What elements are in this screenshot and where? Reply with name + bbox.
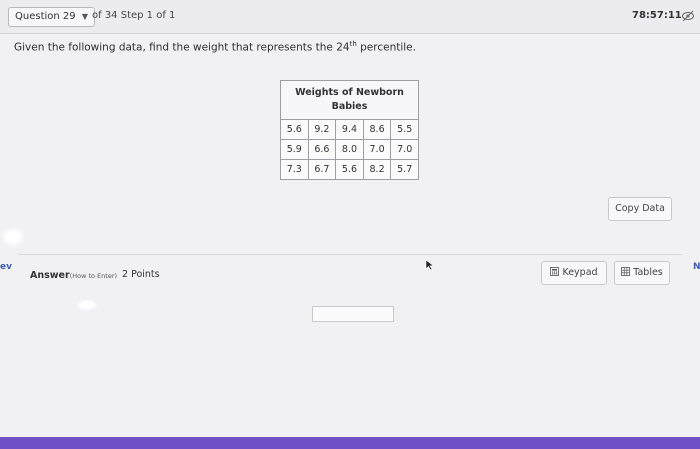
table-cell: 6.7	[307, 159, 337, 180]
how-to-enter-link[interactable]: (How to Enter)	[70, 272, 117, 280]
question-selector-label: Question 29	[15, 11, 76, 22]
chevron-down-icon: ▼	[81, 12, 88, 21]
tables-label: Tables	[633, 267, 663, 278]
table-cell: 8.6	[362, 119, 392, 140]
keypad-button[interactable]: Keypad	[541, 261, 607, 285]
table-title: Weights of Newborn Babies	[280, 80, 419, 120]
table-cell: 6.6	[307, 139, 337, 160]
table-cell: 5.7	[390, 159, 419, 180]
table-cell: 7.0	[390, 139, 419, 160]
table-icon	[621, 267, 631, 276]
table-cell: 9.4	[335, 119, 364, 140]
table-cell: 5.6	[280, 119, 309, 140]
previous-tab[interactable]: ev	[0, 262, 12, 272]
table-row: 5.9 6.6 8.0 7.0 7.0	[280, 139, 419, 160]
bottom-bar	[0, 437, 700, 449]
screen-glare	[0, 226, 26, 248]
table-cell: 9.2	[307, 119, 337, 140]
timer: 78:57:11	[632, 10, 682, 21]
table-cell: 7.3	[280, 159, 309, 180]
table-row: 7.3 6.7 5.6 8.2 5.7	[280, 159, 419, 180]
answer-input[interactable]	[312, 306, 394, 322]
table-cell: 5.5	[390, 119, 419, 140]
keypad-icon	[550, 267, 560, 276]
data-table: Weights of Newborn Babies 5.6 9.2 9.4 8.…	[280, 80, 419, 180]
step-indicator: of 34 Step 1 of 1	[92, 10, 176, 21]
question-text: Given the following data, find the weigh…	[14, 40, 416, 54]
keypad-label: Keypad	[562, 267, 598, 278]
screen-glare	[76, 299, 98, 311]
table-cell: 7.0	[362, 139, 392, 160]
answer-label: Answer(How to Enter)	[30, 270, 118, 281]
table-row: 5.6 9.2 9.4 8.6 5.5	[280, 119, 419, 140]
question-selector[interactable]: Question 29 ▼	[8, 7, 95, 27]
points-label: 2 Points	[122, 269, 160, 280]
table-cell: 5.6	[335, 159, 364, 180]
table-cell: 8.2	[362, 159, 392, 180]
next-tab[interactable]: N	[693, 262, 700, 272]
table-cell: 8.0	[335, 139, 364, 160]
eye-slash-icon[interactable]	[681, 10, 695, 22]
mouse-cursor-icon	[425, 259, 435, 271]
tables-button[interactable]: Tables	[614, 261, 670, 285]
copy-data-button[interactable]: Copy Data	[608, 197, 672, 221]
top-bar: Question 29 ▼ of 34 Step 1 of 1 78:57:11	[0, 0, 700, 34]
table-cell: 5.9	[280, 139, 309, 160]
